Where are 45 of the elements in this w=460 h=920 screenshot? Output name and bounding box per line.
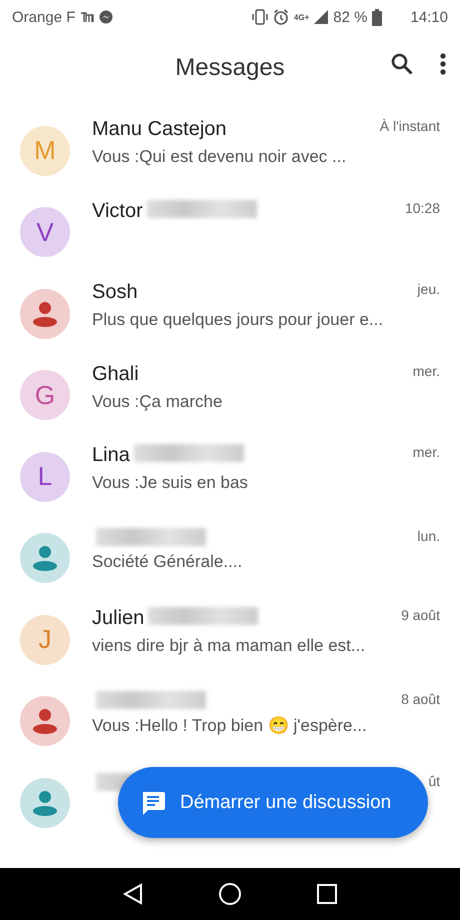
start-chat-button[interactable]: Démarrer une discussion xyxy=(118,767,428,838)
message-preview: Vous :Qui est devenu noir avec ... xyxy=(92,147,348,168)
network-type: 4G+ xyxy=(294,12,310,22)
contact-name: Sosh xyxy=(92,281,138,304)
message-time: mer. xyxy=(412,444,440,460)
alarm-icon xyxy=(272,9,289,25)
contact-name: Victor xyxy=(92,200,143,223)
battery-icon xyxy=(372,8,382,26)
message-preview: viens dire bjr à ma maman elle est... xyxy=(92,636,366,656)
messenger-icon xyxy=(99,10,114,24)
message-time: 8 août xyxy=(401,690,440,707)
message-preview: Vous :Ça marche xyxy=(92,392,224,412)
carrier-name: Orange F xyxy=(12,8,76,26)
message-time: 10:28 xyxy=(404,200,440,216)
message-time: ût xyxy=(428,772,440,789)
search-icon[interactable] xyxy=(390,52,414,76)
message-preview: Société Générale.... xyxy=(92,552,244,572)
message-preview: Vous :Je suis en bas xyxy=(92,473,249,494)
message-time: À l'instant xyxy=(380,118,440,134)
recents-icon[interactable] xyxy=(317,884,337,904)
chat-icon xyxy=(140,790,166,816)
vibrate-icon xyxy=(252,9,268,25)
home-icon[interactable] xyxy=(219,883,241,905)
contact-avatar: L xyxy=(20,452,70,502)
message-time: lun. xyxy=(417,528,440,544)
contact-avatar: V xyxy=(20,207,70,258)
contact-name: Lina xyxy=(92,444,130,468)
screen-title: Messages xyxy=(175,54,285,82)
contact-avatar: J xyxy=(20,614,70,665)
more-options-icon[interactable] xyxy=(440,53,446,75)
message-time: mer. xyxy=(412,362,440,379)
contact-avatar: M xyxy=(20,126,70,176)
message-preview: Vous :Hello ! Trop bien 😁 j'espère... xyxy=(92,714,368,736)
message-time: jeu. xyxy=(417,281,440,298)
contact-avatar: G xyxy=(20,370,70,420)
battery-percent: 82 % xyxy=(333,8,368,26)
contact-name: Ghali xyxy=(92,362,139,386)
signal-icon xyxy=(314,10,328,24)
app-icon xyxy=(80,11,94,23)
back-icon[interactable] xyxy=(123,883,143,905)
contact-name: Manu Castejon xyxy=(92,118,227,142)
clock-time: 14:10 xyxy=(410,8,448,26)
contact-name: Julien xyxy=(92,607,144,630)
message-time: 9 août xyxy=(401,607,440,624)
message-preview: Plus que quelques jours pour jouer e... xyxy=(92,310,384,330)
